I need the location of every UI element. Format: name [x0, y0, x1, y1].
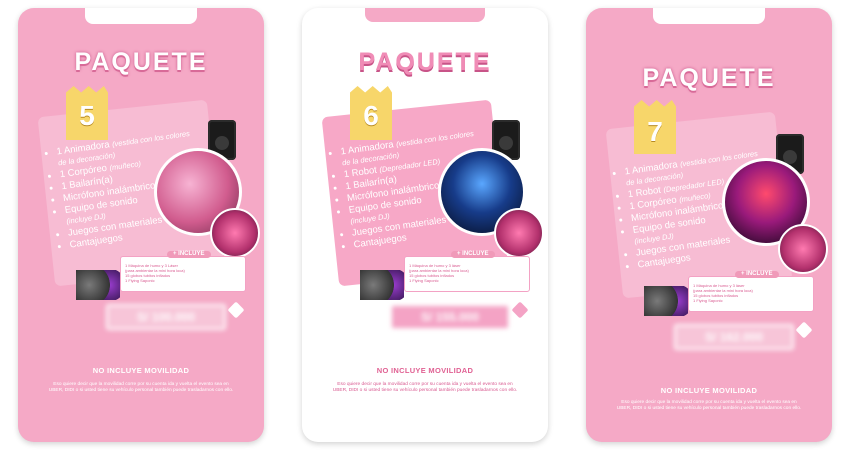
package-title: PAQUETE	[642, 64, 776, 92]
event-photo-small	[778, 224, 828, 274]
incluye-line: 1 Flying Saponic	[409, 278, 439, 283]
package-number: 7	[647, 116, 663, 147]
no-movilidad-heading: NO INCLUYE MOVILIDAD	[376, 366, 474, 375]
incluye-label: + INCLUYE	[735, 271, 779, 278]
price-box: S/ 162.000	[674, 324, 794, 350]
party-equipment-icon	[644, 286, 688, 316]
features-list: 1 Animadora (vestida con los colores de …	[330, 127, 493, 253]
package-title: PAQUETE	[74, 48, 208, 76]
price-box: S/ 100.000	[106, 304, 226, 330]
movilidad-description: Eso quiere decir que la movilidad corre …	[332, 382, 518, 393]
movilidad-description: Eso quiere decir que la movilidad corre …	[616, 400, 802, 411]
incluye-label: + INCLUYE	[451, 251, 495, 258]
event-photo-small	[494, 208, 544, 258]
no-movilidad-heading: NO INCLUYE MOVILIDAD	[92, 366, 190, 375]
price-box: S/ 155.000	[390, 304, 510, 330]
incluye-line: 1 Flying Saponic	[693, 298, 723, 303]
package-title: PAQUETE	[358, 48, 492, 76]
package-card-6: PAQUETE 6 1 Animadora (vestida con los c…	[302, 8, 548, 442]
price-tag-icon	[511, 301, 529, 319]
price-tag-icon	[227, 301, 245, 319]
party-equipment-icon	[360, 270, 404, 300]
features-list: 1 Animadora (vestida con los colores de …	[46, 127, 209, 253]
movilidad-description: Eso quiere decir que la movilidad corre …	[48, 382, 234, 393]
incluye-box: + INCLUYE 1 Máquina de humo y 3 láser (p…	[404, 251, 530, 292]
party-equipment-icon	[76, 270, 120, 300]
package-card-5: PAQUETE 5 1 Animadora (vestida con los c…	[18, 8, 264, 442]
incluye-box: + INCLUYE 1 Máquina de humo y 3 Láser (p…	[120, 251, 246, 292]
package-number: 5	[79, 100, 95, 131]
package-card-7: PAQUETE 7 1 Animadora (vestida con los c…	[586, 8, 832, 442]
features-list: 1 Animadora (vestida con los colores de …	[614, 147, 777, 273]
event-photo-small	[210, 208, 260, 258]
incluye-line: 1 Flying Saponic	[125, 278, 155, 283]
price-tag-icon	[795, 321, 813, 339]
incluye-label: + INCLUYE	[167, 251, 211, 258]
no-movilidad-heading: NO INCLUYE MOVILIDAD	[660, 386, 758, 395]
phone-notch	[653, 8, 765, 24]
package-number: 6	[363, 100, 379, 131]
incluye-box: + INCLUYE 1 Máquina de humo y 3 láser (p…	[688, 271, 814, 312]
phone-notch	[85, 8, 197, 24]
phone-notch	[365, 8, 485, 22]
